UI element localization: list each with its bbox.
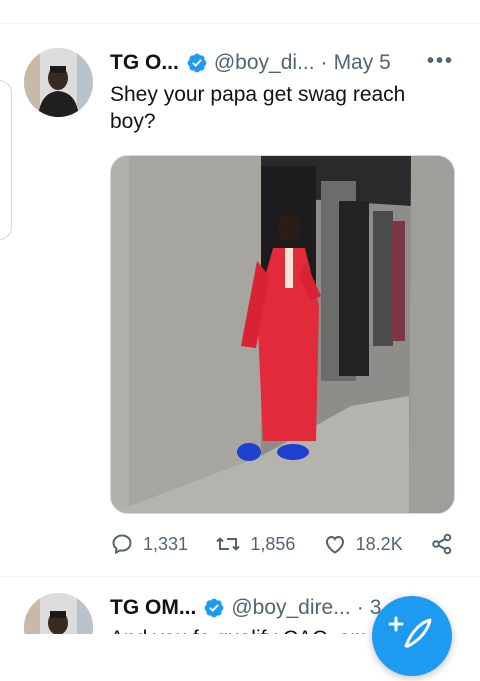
- share-button[interactable]: [430, 532, 454, 556]
- handle[interactable]: @boy_dire...: [231, 596, 350, 620]
- avatar[interactable]: [24, 48, 93, 117]
- compose-feather-icon: [388, 616, 432, 648]
- verified-badge-icon: [203, 597, 225, 619]
- separator-dot: ·: [320, 51, 328, 74]
- avatar[interactable]: [24, 593, 93, 634]
- retweet-icon: [216, 537, 241, 551]
- tweet[interactable]: TG O... @boy_di... · May 5 ••• Shey your…: [0, 0, 480, 576]
- like-button[interactable]: 18.2K: [323, 532, 403, 556]
- tweet-text: Shey your papa get swag reach boy?: [110, 83, 406, 133]
- reply-count: 1,331: [143, 533, 189, 554]
- handle[interactable]: @boy_di...: [214, 51, 315, 75]
- like-count: 18.2K: [355, 533, 403, 554]
- retweet-button[interactable]: 1,856: [215, 532, 295, 556]
- share-icon: [432, 533, 452, 555]
- tweet-photo[interactable]: [110, 155, 455, 514]
- heart-icon: [325, 535, 344, 554]
- tweet-date[interactable]: May 5: [334, 51, 391, 75]
- tweet-actions: 1,331 1,856 18.2K: [110, 528, 454, 560]
- display-name[interactable]: TG O...: [110, 51, 179, 75]
- display-name[interactable]: TG OM...: [110, 596, 196, 620]
- verified-badge-icon: [186, 52, 208, 74]
- more-options-icon[interactable]: •••: [427, 50, 454, 73]
- compose-tweet-button[interactable]: [372, 596, 452, 676]
- tweet-header: TG O... @boy_di... · May 5: [110, 48, 450, 78]
- retweet-count: 1,856: [250, 533, 296, 554]
- reply-icon: [112, 534, 132, 555]
- separator-dot: ·: [356, 596, 364, 619]
- reply-button[interactable]: 1,331: [110, 532, 188, 556]
